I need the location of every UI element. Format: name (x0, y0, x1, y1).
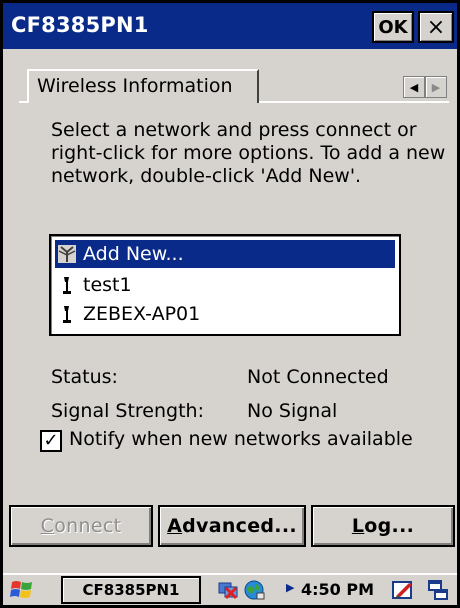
access-point-icon (55, 302, 79, 326)
list-item-label: ZEBEX-AP01 (83, 303, 201, 325)
instructions-text: Select a network and press connect or ri… (51, 119, 446, 187)
connect-accelerator: C (40, 515, 55, 537)
ok-button[interactable]: OK (372, 11, 414, 43)
windows-start-icon[interactable] (9, 578, 35, 602)
tab-scroll-left-button[interactable]: ◀ (403, 76, 425, 98)
clock[interactable]: 4:50 PM (301, 580, 374, 599)
tray-expand-icon[interactable]: ▶ (286, 581, 294, 594)
list-item-zebex-ap01[interactable]: ZEBEX-AP01 (55, 300, 395, 328)
title-bar: CF8385PN1 OK × (3, 3, 457, 49)
advanced-label: dvanced... (182, 515, 297, 537)
tab-divider (259, 101, 449, 103)
log-label: og... (364, 515, 415, 537)
connect-button[interactable]: Connect (9, 505, 153, 547)
window-title: CF8385PN1 (11, 13, 149, 37)
log-accelerator: L (351, 515, 365, 537)
advanced-button[interactable]: Advanced... (158, 505, 306, 547)
taskbar: CF8385PN1 ▶ 4:50 PM (3, 573, 457, 605)
list-item-label: test1 (83, 274, 132, 296)
antenna-icon (55, 242, 79, 266)
tab-wireless-information[interactable]: Wireless Information (27, 69, 259, 103)
signal-strength-value: No Signal (247, 400, 338, 422)
list-item-label: Add New... (83, 243, 184, 265)
list-item-add-new[interactable]: Add New... (55, 240, 395, 268)
status-label: Status: (51, 366, 118, 388)
network-disconnected-icon[interactable] (217, 579, 239, 601)
dialog-body: Wireless Information ◀ ▶ Select a networ… (3, 49, 457, 573)
input-panel-icon[interactable] (391, 579, 413, 601)
taskbar-app-button[interactable]: CF8385PN1 (61, 576, 201, 604)
log-button[interactable]: Log... (311, 505, 455, 547)
network-list[interactable]: Add New... test1 ZEBEX-AP01 (49, 234, 401, 336)
connect-label: onnect (54, 515, 122, 537)
signal-strength-label: Signal Strength: (51, 400, 204, 422)
list-item-test1[interactable]: test1 (55, 271, 395, 299)
advanced-accelerator: A (167, 515, 183, 537)
access-point-icon (55, 273, 79, 297)
notify-checkbox[interactable]: ✓ (40, 430, 62, 452)
windows-switch-icon[interactable] (427, 579, 449, 601)
globe-icon[interactable] (243, 579, 265, 601)
notify-checkbox-label[interactable]: Notify when new networks available (69, 428, 413, 450)
close-button[interactable]: × (418, 11, 454, 43)
status-value: Not Connected (247, 366, 389, 388)
tab-scroll-right-button[interactable]: ▶ (425, 76, 447, 98)
